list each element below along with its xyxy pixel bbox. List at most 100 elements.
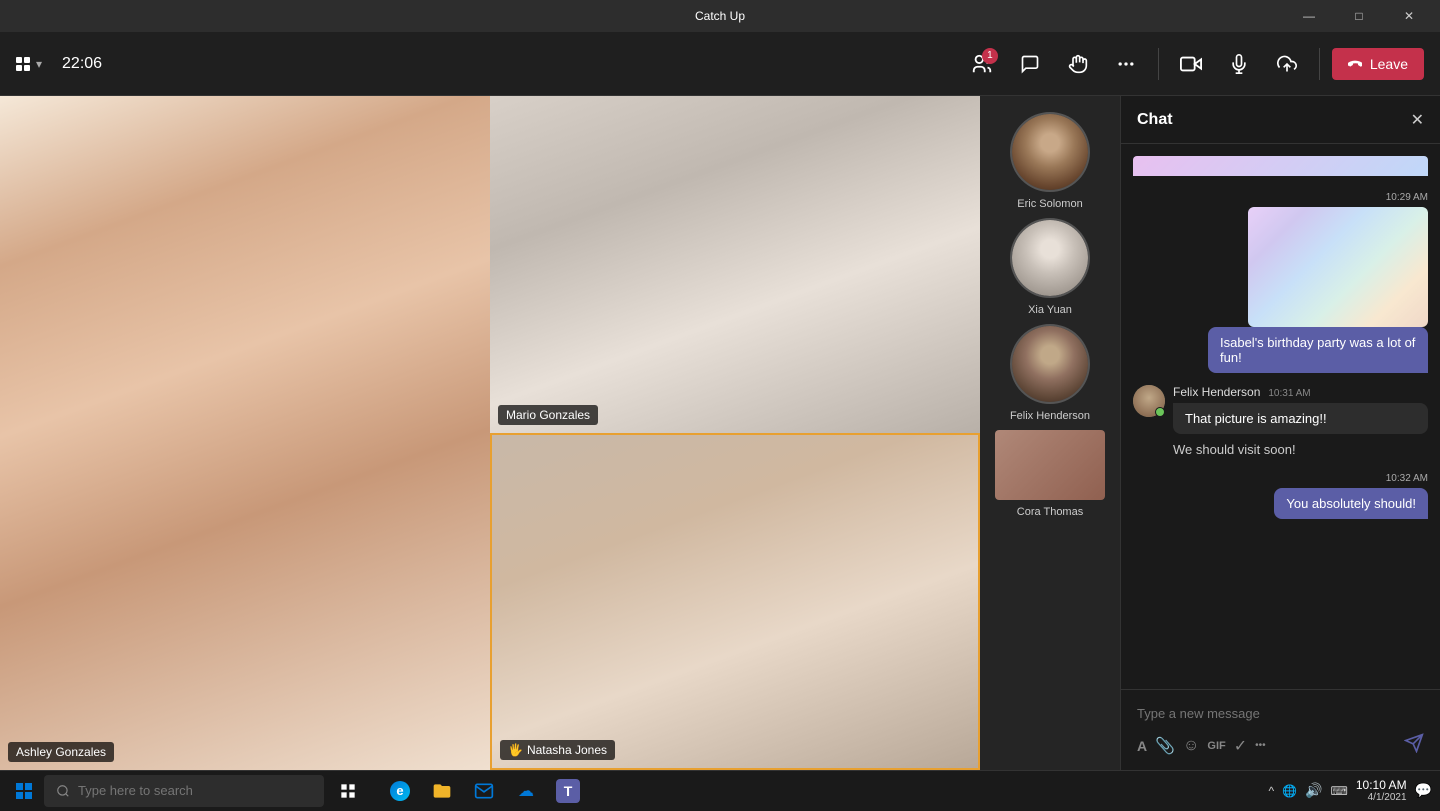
dropdown-arrow: ▾ — [36, 57, 42, 71]
raise-hand-button[interactable] — [1058, 44, 1098, 84]
chat-close-button[interactable]: ✕ — [1411, 110, 1424, 130]
microphone-button[interactable] — [1219, 44, 1259, 84]
eric-avatar — [1010, 112, 1090, 192]
title-bar-title: Catch Up — [695, 9, 745, 23]
meeting-time: 22:06 — [62, 55, 102, 73]
layout-grid-button[interactable]: ▾ — [16, 57, 42, 71]
video-grid: Ashley Gonzales Mario Gonzales 🖐 Natasha… — [0, 96, 980, 770]
divider — [1158, 48, 1159, 80]
felix-msg-time: 10:31 AM — [1268, 388, 1310, 399]
notification-button[interactable]: 💬 — [1415, 782, 1432, 799]
clock-widget[interactable]: 10:10 AM 4/1/2021 — [1356, 778, 1407, 803]
felix-msg-meta: Felix Henderson 10:31 AM — [1173, 385, 1428, 399]
task-view-icon — [340, 783, 356, 799]
start-button[interactable] — [8, 775, 40, 807]
taskbar-search-input[interactable] — [78, 783, 312, 798]
taskbar-date: 4/1/2021 — [1356, 792, 1407, 803]
felix-msg-content: Felix Henderson 10:31 AM That picture is… — [1173, 385, 1428, 461]
minimize-button[interactable]: — — [1286, 0, 1332, 32]
ashley-video-feed — [0, 96, 490, 770]
taskbar-time: 10:10 AM — [1356, 778, 1407, 792]
battery-icon[interactable]: ⌨ — [1331, 784, 1348, 798]
xia-avatar-img — [1012, 220, 1088, 296]
teams-app[interactable]: T — [548, 771, 588, 811]
msg-bubble-1: Isabel's birthday party was a lot of fun… — [1208, 327, 1428, 373]
cora-name: Cora Thomas — [1017, 506, 1083, 518]
title-bar-controls: — □ ✕ — [1286, 0, 1432, 32]
participant-eric[interactable]: Eric Solomon — [988, 112, 1112, 210]
participant-xia[interactable]: Xia Yuan — [988, 218, 1112, 316]
natasha-label: 🖐 Natasha Jones — [500, 740, 615, 760]
teams-icon: T — [556, 779, 580, 803]
eric-avatar-img — [1012, 114, 1088, 190]
camera-button[interactable] — [1171, 44, 1211, 84]
shared-birthday-image — [1248, 207, 1428, 327]
mario-label: Mario Gonzales — [498, 405, 598, 425]
tray-arrow[interactable]: ^ — [1269, 784, 1275, 798]
maximize-button[interactable]: □ — [1336, 0, 1382, 32]
leave-button[interactable]: Leave — [1332, 48, 1424, 80]
taskbar-apps: e ☁ — [380, 771, 588, 811]
attach-button[interactable]: 📎 — [1155, 736, 1175, 756]
mail-app[interactable] — [464, 771, 504, 811]
onedrive-app[interactable]: ☁ — [506, 771, 546, 811]
msg-group-felix: Felix Henderson 10:31 AM That picture is… — [1133, 385, 1428, 461]
felix-sender-name: Felix Henderson — [1173, 385, 1260, 399]
natasha-video-feed — [492, 435, 978, 768]
felix-avatar-img — [1012, 326, 1088, 402]
close-button[interactable]: ✕ — [1386, 0, 1432, 32]
participant-felix[interactable]: Felix Henderson — [988, 324, 1112, 422]
online-indicator — [1155, 407, 1165, 417]
onedrive-icon: ☁ — [516, 781, 536, 801]
xia-avatar — [1010, 218, 1090, 298]
felix-avatar — [1010, 324, 1090, 404]
felix-msg-text-2: We should visit soon! — [1173, 438, 1428, 461]
sidebar-participants: Eric Solomon Xia Yuan Felix Henderson Co… — [980, 96, 1120, 770]
emoji-button[interactable]: ☺ — [1183, 737, 1199, 755]
windows-logo — [16, 783, 32, 799]
gif-button[interactable]: GIF — [1207, 740, 1225, 752]
video-area: Ashley Gonzales Mario Gonzales 🖐 Natasha… — [0, 96, 1120, 770]
msg-time-2: 10:32 AM — [1386, 473, 1428, 484]
more-options-button[interactable] — [1106, 44, 1146, 84]
chat-button[interactable] — [1010, 44, 1050, 84]
xia-name: Xia Yuan — [1028, 304, 1072, 316]
volume-icon[interactable]: 🔊 — [1305, 782, 1322, 799]
toolbar: ▾ 22:06 1 — [0, 32, 1440, 96]
participants-button[interactable]: 1 — [962, 44, 1002, 84]
praise-button[interactable]: ✓ — [1234, 736, 1247, 756]
participant-badge: 1 — [982, 48, 998, 64]
msg-group-right-2: 10:32 AM You absolutely should! — [1133, 473, 1428, 519]
format-text-button[interactable]: A — [1137, 738, 1147, 754]
video-cell-mario: Mario Gonzales — [490, 96, 980, 433]
file-explorer-app[interactable] — [422, 771, 462, 811]
more-chat-options[interactable]: ••• — [1255, 740, 1266, 751]
taskbar: e ☁ — [0, 770, 1440, 810]
share-button[interactable] — [1267, 44, 1307, 84]
msg-time-1: 10:29 AM — [1386, 192, 1428, 203]
video-cell-natasha: 🖐 Natasha Jones — [490, 433, 980, 770]
hand-emoji: 🖐 — [508, 743, 523, 757]
explorer-icon — [432, 781, 452, 801]
chat-message-input[interactable] — [1137, 702, 1424, 725]
chat-title: Chat — [1137, 111, 1173, 129]
edge-app[interactable]: e — [380, 771, 420, 811]
ashley-label: Ashley Gonzales — [8, 742, 114, 762]
chat-toolbar: A 📎 ☺ GIF ✓ ••• — [1137, 733, 1424, 758]
taskbar-search[interactable] — [44, 775, 324, 807]
task-view-button[interactable] — [328, 771, 368, 811]
participant-cora[interactable]: Cora Thomas — [988, 430, 1112, 518]
msg-bubble-2: You absolutely should! — [1274, 488, 1428, 519]
send-button[interactable] — [1404, 733, 1424, 758]
divider2 — [1319, 48, 1320, 80]
chat-messages: 10:29 AM Isabel's birthday party was a l… — [1121, 144, 1440, 689]
msg-group-right-1: 10:29 AM Isabel's birthday party was a l… — [1133, 192, 1428, 373]
grid-icon — [16, 57, 30, 71]
mail-icon — [474, 781, 494, 801]
felix-msg-text-1: That picture is amazing!! — [1173, 403, 1428, 434]
cora-video — [995, 430, 1105, 500]
content-area: Ashley Gonzales Mario Gonzales 🖐 Natasha… — [0, 96, 1440, 770]
network-icon[interactable]: 🌐 — [1282, 784, 1297, 798]
taskbar-right: ^ 🌐 🔊 ⌨ 10:10 AM 4/1/2021 💬 — [1269, 778, 1433, 803]
toolbar-left: ▾ 22:06 — [16, 55, 102, 73]
